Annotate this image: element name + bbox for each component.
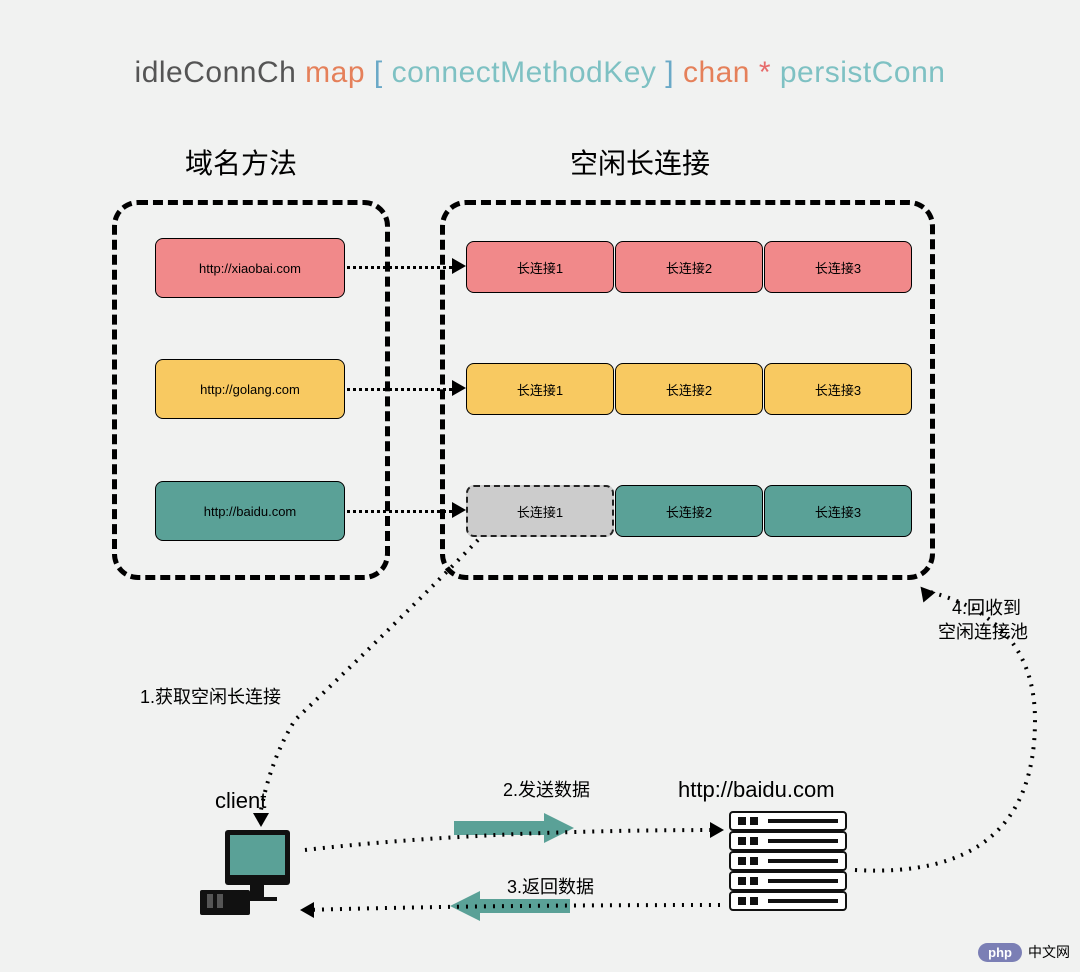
step-1-label: 1.获取空闲长连接 [140,683,281,709]
conn-r1c1: 长连接1 [466,241,614,293]
domain-key-xiaobai: http://xiaobai.com [155,238,345,298]
return-arrow-shaft [480,899,570,913]
client-label: client [215,788,266,814]
conn-r1c2-label: 长连接2 [666,258,712,277]
conn-r3c1-checked-out: 长连接1 [466,485,614,537]
conn-r2c3-label: 长连接3 [815,380,861,399]
step-4-label-line1: 4.回收到 [952,594,1021,620]
step-3-label: 3.返回数据 [507,873,594,899]
title-persistConn: persistConn [780,56,946,89]
title-connectMethodKey: connectMethodKey [392,56,657,89]
return-arrow-head [450,891,480,921]
client-computer-icon [195,820,295,920]
conn-r2c1: 长连接1 [466,363,614,415]
conn-r3c2-label: 长连接2 [666,502,712,521]
conn-r2c2: 长连接2 [615,363,763,415]
step-2-label: 2.发送数据 [503,776,590,802]
title-map: map [305,56,365,89]
conn-r3c2: 长连接2 [615,485,763,537]
arrowhead-map-row3 [452,502,466,518]
server-url-label: http://baidu.com [678,777,835,803]
title-idleConnCh: idleConnCh [135,56,297,89]
arrow-map-row2 [347,388,452,392]
conn-r3c3-label: 长连接3 [815,502,861,521]
domain-key-golang-label: http://golang.com [200,382,300,397]
step-4-label-line2: 空闲连接池 [938,618,1028,644]
send-arrow-head [544,813,574,843]
domain-key-baidu: http://baidu.com [155,481,345,541]
php-badge: php [978,943,1022,962]
conn-r3c3: 长连接3 [764,485,912,537]
conn-r3c1-label: 长连接1 [517,502,563,521]
arrowhead-step3-to-client [300,902,314,918]
conn-r2c3: 长连接3 [764,363,912,415]
conn-r1c3-label: 长连接3 [815,258,861,277]
arrowhead-map-row1 [452,258,466,274]
type-signature-title: idleConnCh map [ connectMethodKey ] chan… [0,56,1080,90]
arrowhead-step1-to-client [253,813,269,827]
arrowhead-step4-to-pool [914,581,935,602]
conn-r1c1-label: 长连接1 [517,258,563,277]
domain-key-xiaobai-label: http://xiaobai.com [199,261,301,276]
conn-r2c1-label: 长连接1 [517,380,563,399]
title-star: * [759,56,771,89]
arrow-map-row1 [347,266,452,270]
send-arrow-shaft [454,821,544,835]
watermark-text: 中文网 [1028,942,1070,962]
server-stack-icon [728,810,848,920]
title-rbracket: ] [665,56,674,89]
arrowhead-step2-to-server [710,822,724,838]
title-lbracket: [ [374,56,383,89]
domain-key-baidu-label: http://baidu.com [204,504,297,519]
subtitle-idle-conn: 空闲长连接 [570,142,710,182]
subtitle-domain-method: 域名方法 [185,142,297,182]
watermark: php 中文网 [978,942,1070,962]
arrow-map-row3 [347,510,452,514]
conn-r1c2: 长连接2 [615,241,763,293]
conn-r1c3: 长连接3 [764,241,912,293]
conn-r2c2-label: 长连接2 [666,380,712,399]
domain-key-golang: http://golang.com [155,359,345,419]
arrowhead-map-row2 [452,380,466,396]
title-chan: chan [683,56,750,89]
